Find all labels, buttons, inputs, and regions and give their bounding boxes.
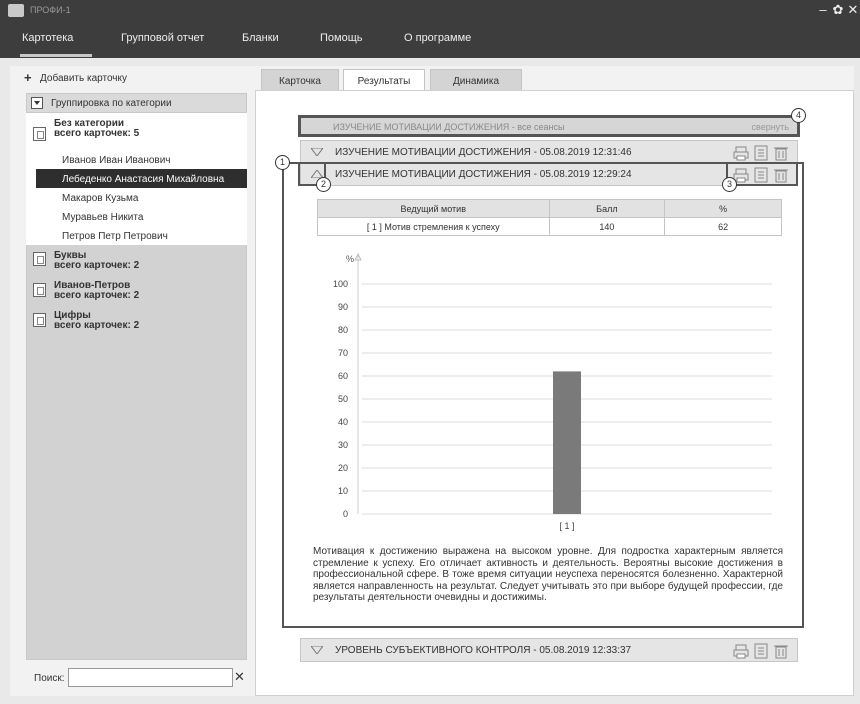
search-input[interactable]	[68, 668, 233, 687]
callout-number: 3	[722, 177, 737, 192]
clear-search-icon[interactable]: ✕	[234, 669, 245, 685]
tab-results[interactable]: Результаты	[343, 69, 425, 91]
x-tick-label: [ 1 ]	[559, 521, 574, 531]
active-menu-indicator	[20, 54, 92, 57]
result-table: Ведущий мотив Балл % [ 1 ] Мотив стремле…	[317, 199, 782, 236]
trash-icon[interactable]	[773, 145, 789, 161]
trash-icon[interactable]	[773, 643, 789, 659]
folder-icon	[33, 283, 46, 297]
y-tick-label: 10	[338, 486, 348, 496]
bar	[553, 371, 581, 514]
category-count: всего карточек: 2	[54, 290, 140, 301]
chevron-down-icon	[31, 97, 43, 109]
y-tick-label: 90	[338, 302, 348, 312]
y-axis-label: %	[346, 254, 354, 264]
y-tick-label: 80	[338, 325, 348, 335]
print-icon[interactable]	[733, 145, 749, 161]
list-item-person[interactable]: Иванов Иван Иванович	[36, 150, 247, 169]
all-sessions-header[interactable]: ИЗУЧЕНИЕ МОТИВАЦИИ ДОСТИЖЕНИЯ - все сеан…	[298, 115, 800, 137]
list-item-person-selected[interactable]: Лебеденко Анастасия Михайловна	[36, 169, 247, 188]
group-label: Группировка по категории	[51, 98, 172, 109]
session-row[interactable]: УРОВЕНЬ СУБЪЕКТИВНОГО КОНТРОЛЯ - 05.08.2…	[300, 638, 798, 662]
list-item-person[interactable]: Муравьев Никита	[36, 207, 247, 226]
plus-icon: +	[24, 70, 32, 85]
search-label: Поиск:	[34, 673, 65, 684]
session-actions	[731, 643, 791, 659]
session-row[interactable]: ИЗУЧЕНИЕ МОТИВАЦИИ ДОСТИЖЕНИЯ - 05.08.20…	[300, 140, 798, 164]
list-item-person[interactable]: Макаров Кузьма	[36, 188, 247, 207]
table-row: [ 1 ] Мотив стремления к успеху 140 62	[317, 217, 782, 236]
gear-icon[interactable]: ✿	[831, 2, 845, 18]
callout-number: 4	[791, 108, 806, 123]
close-icon[interactable]: ✕	[846, 2, 860, 18]
title-bar: ПРОФИ-1 – ✿ ✕	[0, 0, 860, 22]
category-count: всего карточек: 5	[54, 128, 140, 139]
session-title: ИЗУЧЕНИЕ МОТИВАЦИИ ДОСТИЖЕНИЯ - 05.08.20…	[335, 147, 632, 158]
y-tick-label: 0	[343, 509, 348, 519]
category-count: всего карточек: 2	[54, 320, 140, 331]
folder-icon	[33, 127, 46, 141]
callout-number: 2	[316, 177, 331, 192]
y-tick-label: 60	[338, 371, 348, 381]
folder-icon	[33, 313, 46, 327]
document-icon[interactable]	[753, 145, 769, 161]
category-count: всего карточек: 2	[54, 260, 140, 271]
search-bar: Поиск: ✕	[26, 664, 247, 690]
print-icon[interactable]	[733, 643, 749, 659]
y-tick-label: 40	[338, 417, 348, 427]
document-icon[interactable]	[753, 643, 769, 659]
add-card-button[interactable]: + Добавить карточку	[20, 70, 248, 88]
menu-item-forms[interactable]: Бланки	[242, 32, 279, 44]
column-header: %	[664, 199, 782, 218]
chevron-down-icon[interactable]	[311, 148, 323, 156]
list-item-person[interactable]: Петров Петр Петрович	[36, 226, 247, 245]
y-tick-label: 70	[338, 348, 348, 358]
menu-item-kartoteka[interactable]: Картотека	[22, 32, 73, 44]
y-tick-label: 100	[333, 279, 348, 289]
add-card-label: Добавить карточку	[40, 73, 127, 84]
callout-number: 1	[275, 155, 290, 170]
table-cell: 140	[548, 217, 666, 236]
column-header: Ведущий мотив	[317, 199, 550, 218]
all-sessions-title: ИЗУЧЕНИЕ МОТИВАЦИИ ДОСТИЖЕНИЯ - все сеан…	[333, 122, 565, 132]
result-description: Мотивация к достижению выражена на высок…	[313, 546, 783, 603]
group-by-category-toggle[interactable]: Группировка по категории	[26, 93, 247, 113]
folder-icon	[33, 252, 46, 266]
table-cell: 62	[664, 217, 782, 236]
menu-bar: Картотека Групповой отчет Бланки Помощь …	[0, 22, 860, 58]
tab-dynamics[interactable]: Динамика	[430, 69, 522, 91]
session-title: УРОВЕНЬ СУБЪЕКТИВНОГО КОНТРОЛЯ - 05.08.2…	[335, 645, 632, 656]
table-cell: [ 1 ] Мотив стремления к успеху	[317, 217, 550, 236]
menu-item-help[interactable]: Помощь	[320, 32, 363, 44]
y-tick-label: 20	[338, 463, 348, 473]
column-header: Балл	[548, 199, 666, 218]
y-tick-label: 30	[338, 440, 348, 450]
app-icon	[8, 4, 24, 17]
menu-item-group-report[interactable]: Групповой отчет	[121, 32, 204, 44]
table-header-row: Ведущий мотив Балл %	[317, 199, 782, 218]
minimize-icon[interactable]: –	[816, 2, 830, 18]
tab-card[interactable]: Карточка	[261, 69, 339, 91]
window-title: ПРОФИ-1	[30, 5, 71, 15]
session-actions	[731, 145, 791, 161]
menu-item-about[interactable]: О программе	[404, 32, 471, 44]
motivation-chart: % 0 10 20 30 40 50 60 70 80 90 100 [ 1 ]	[333, 252, 772, 531]
collapse-link[interactable]: свернуть	[752, 122, 789, 132]
y-tick-label: 50	[338, 394, 348, 404]
chevron-down-icon[interactable]	[311, 646, 323, 654]
